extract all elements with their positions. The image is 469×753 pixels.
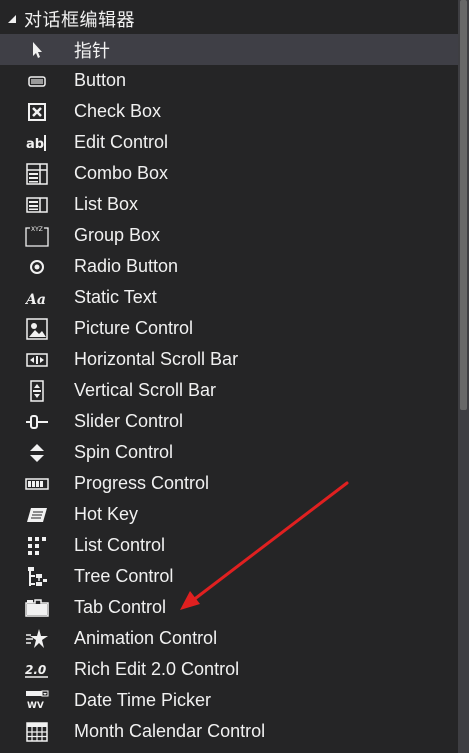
list-box-icon: [25, 193, 49, 217]
checkbox-icon: [25, 100, 49, 124]
toolbox-item-pointer[interactable]: 指针: [0, 34, 458, 65]
svg-text:ab: ab: [26, 137, 44, 152]
toolbox-item-label: Button: [74, 70, 127, 90]
svg-text:WV: WV: [27, 701, 44, 711]
toolbox-item-label: Edit Control: [74, 132, 169, 152]
pointer-icon: [25, 38, 49, 62]
toolbox-item-label: List Box: [74, 194, 139, 214]
svg-text:XYZ: XYZ: [31, 226, 43, 233]
rich-edit-icon: 2.0: [25, 658, 49, 682]
toolbox-item-animation-control[interactable]: Animation Control: [0, 623, 458, 654]
toolbox-item-label: 指针: [74, 40, 110, 61]
picture-control-icon: [25, 317, 49, 341]
horizontal-scrollbar-icon: [25, 348, 49, 372]
toolbox-item-radio-button[interactable]: Radio Button: [0, 251, 458, 282]
toolbox-item-label: Radio Button: [74, 256, 179, 276]
toolbox-item-label: Tab Control: [74, 597, 167, 617]
toolbox-item-label: Spin Control: [74, 442, 174, 462]
toolbox-item-list: 指针 Button Check Box ab Edit Control Comb…: [0, 34, 458, 747]
toolbox-item-month-calendar[interactable]: Month Calendar Control: [0, 716, 458, 747]
toolbox-item-spin-control[interactable]: Spin Control: [0, 437, 458, 468]
toolbox-item-vertical-scroll-bar[interactable]: Vertical Scroll Bar: [0, 375, 458, 406]
toolbox-item-label: Slider Control: [74, 411, 184, 431]
toolbox-item-check-box[interactable]: Check Box: [0, 96, 458, 127]
toolbox-item-list-control[interactable]: List Control: [0, 530, 458, 561]
group-title: 对话框编辑器: [24, 10, 135, 30]
toolbox-item-progress-control[interactable]: Progress Control: [0, 468, 458, 499]
hot-key-icon: [25, 503, 49, 527]
toolbox-item-date-time-picker[interactable]: WV Date Time Picker: [0, 685, 458, 716]
button-icon: [25, 69, 49, 93]
toolbox-panel: 对话框编辑器 指针 Button Check Box ab Edit Contr…: [0, 0, 469, 753]
vertical-scrollbar-icon: [25, 379, 49, 403]
radio-button-icon: [25, 255, 49, 279]
list-control-icon: [25, 534, 49, 558]
date-time-picker-icon: WV: [25, 689, 49, 713]
vertical-scrollbar[interactable]: [458, 0, 469, 753]
toolbox-item-picture-control[interactable]: Picture Control: [0, 313, 458, 344]
static-text-icon: Aa: [25, 286, 49, 310]
toolbox-item-label: Tree Control: [74, 566, 174, 586]
month-calendar-icon: [25, 720, 49, 744]
toolbox-item-button[interactable]: Button: [0, 65, 458, 96]
group-header[interactable]: 对话框编辑器: [0, 4, 458, 34]
toolbox-item-hot-key[interactable]: Hot Key: [0, 499, 458, 530]
toolbox-item-label: Vertical Scroll Bar: [74, 380, 217, 400]
tab-control-icon: [25, 596, 49, 620]
toolbox-item-label: Check Box: [74, 101, 162, 121]
toolbox-item-label: Static Text: [74, 287, 157, 307]
svg-text:Aa: Aa: [25, 292, 46, 308]
toolbox-item-label: Progress Control: [74, 473, 210, 493]
spin-control-icon: [25, 441, 49, 465]
toolbox-item-edit-control[interactable]: ab Edit Control: [0, 127, 458, 158]
combo-box-icon: [25, 162, 49, 186]
toolbox-item-static-text[interactable]: Aa Static Text: [0, 282, 458, 313]
toolbox-item-rich-edit[interactable]: 2.0 Rich Edit 2.0 Control: [0, 654, 458, 685]
scrollbar-thumb[interactable]: [460, 0, 467, 410]
tree-control-icon: [25, 565, 49, 589]
edit-control-icon: ab: [25, 131, 49, 155]
toolbox-item-horizontal-scroll-bar[interactable]: Horizontal Scroll Bar: [0, 344, 458, 375]
toolbox-item-label: Group Box: [74, 225, 161, 245]
toolbox-item-label: Date Time Picker: [74, 690, 212, 710]
toolbox-item-list-box[interactable]: List Box: [0, 189, 458, 220]
toolbox-item-slider-control[interactable]: Slider Control: [0, 406, 458, 437]
toolbox-item-tree-control[interactable]: Tree Control: [0, 561, 458, 592]
toolbox-item-combo-box[interactable]: Combo Box: [0, 158, 458, 189]
toolbox-item-label: List Control: [74, 535, 166, 555]
toolbox-item-tab-control[interactable]: Tab Control: [0, 592, 458, 623]
svg-text:2.0: 2.0: [25, 663, 46, 677]
toolbox-item-label: Picture Control: [74, 318, 194, 338]
animation-control-icon: [25, 627, 49, 651]
toolbox-item-label: Hot Key: [74, 504, 139, 524]
toolbox-item-label: Combo Box: [74, 163, 169, 183]
progress-control-icon: [25, 472, 49, 496]
group-box-icon: XYZ: [25, 224, 49, 248]
expand-triangle-icon[interactable]: [0, 4, 24, 34]
toolbox-item-label: Month Calendar Control: [74, 721, 266, 741]
toolbox-item-label: Horizontal Scroll Bar: [74, 349, 239, 369]
toolbox-item-label: Rich Edit 2.0 Control: [74, 659, 240, 679]
toolbox-item-label: Animation Control: [74, 628, 218, 648]
toolbox-item-group-box[interactable]: XYZ Group Box: [0, 220, 458, 251]
slider-control-icon: [25, 410, 49, 434]
